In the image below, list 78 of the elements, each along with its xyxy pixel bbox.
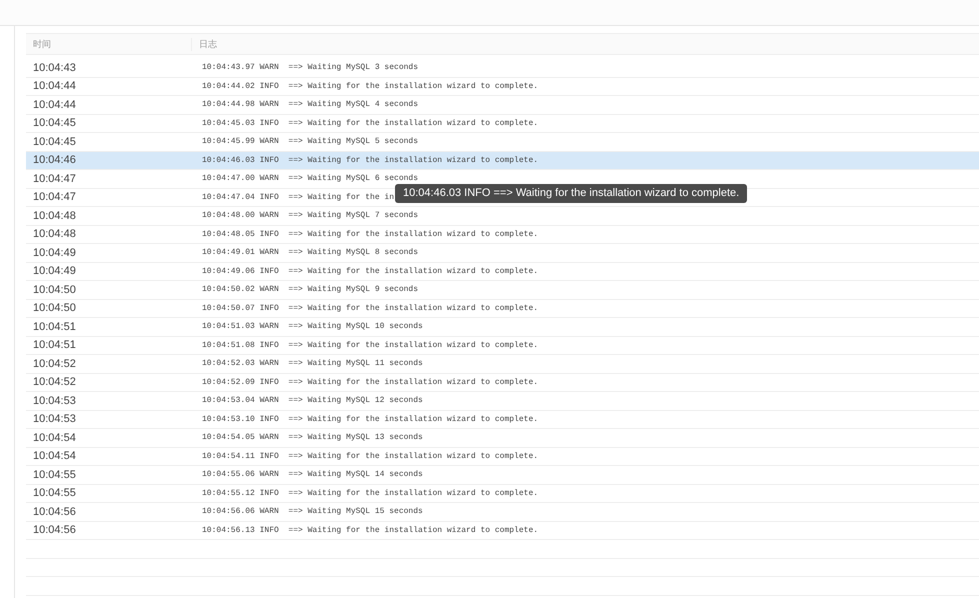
- table-row[interactable]: 10:04:43 10:04:43.97 WARN ==> Waiting MySQL 3 seconds: [26, 59, 979, 78]
- log-cell-text: 10:04:47.04 INFO ==> Waiting for the in: [201, 192, 394, 202]
- time-cell-text: 10:04:54: [32, 432, 77, 444]
- time-cell-text: 10:04:55: [32, 468, 77, 481]
- table-row[interactable]: 10:04:53 10:04:53.10 INFO ==> Waiting for the installation wizard to complete.: [26, 410, 979, 429]
- log-cell-text: 10:04:50.07 INFO ==> Waiting for the installation wizard to complete.: [201, 304, 538, 313]
- time-cell-text: 10:04:56: [32, 524, 77, 536]
- log-cell-text: 10:04:48.00 WARN ==> Waiting MySQL 7 seconds: [201, 211, 418, 220]
- table-row[interactable]: 10:04:49 10:04:49.01 WARN ==> Waiting MySQL 8 seconds: [26, 244, 979, 262]
- log-cell-text: 10:04:52.03 WARN ==> Waiting MySQL 11 seconds: [201, 359, 423, 368]
- table-row[interactable]: 10:04:53 10:04:53.04 WARN ==> Waiting MySQL 12 seconds: [26, 392, 979, 410]
- log-cell-text: 10:04:54.11 INFO ==> Waiting for the installation wizard to complete.: [201, 452, 538, 461]
- time-cell-text: 10:04:50: [32, 284, 77, 296]
- table-row[interactable]: 10:04:44 10:04:44.02 INFO ==> Waiting for the installation wizard to complete.: [26, 78, 979, 96]
- time-cell-text: 10:04:52: [32, 358, 77, 370]
- log-cell-text: 10:04:45.99 WARN ==> Waiting MySQL 5 seconds: [201, 137, 418, 146]
- time-cell-text: 10:04:53: [32, 394, 77, 407]
- log-cell-text: 10:04:44.02 INFO ==> Waiting for the installation wizard to complete.: [201, 82, 538, 91]
- time-cell-text: 10:04:49: [32, 265, 77, 278]
- time-cell-text: 10:04:43: [32, 62, 77, 74]
- time-cell-text: 10:04:51: [32, 320, 77, 333]
- time-cell-text: 10:04:48: [32, 228, 77, 240]
- log-cell-text: 10:04:56.06 WARN ==> Waiting MySQL 15 seconds: [201, 507, 423, 516]
- highlighted-row[interactable]: 10:04:46 10:04:46.03 INFO ==> Waiting for the installation wizard to complete.: [26, 152, 979, 170]
- table-row[interactable]: 10:04:50 10:04:50.07 INFO ==> Waiting for the installation wizard to complete.: [26, 300, 979, 318]
- log-cell-text: 10:04:43.97 WARN ==> Waiting MySQL 3 seconds: [201, 63, 418, 72]
- time-cell-text: 10:04:44: [32, 80, 77, 92]
- table-row[interactable]: 10:04:50 10:04:50.02 WARN ==> Waiting MySQL 9 seconds: [26, 281, 979, 300]
- table-row[interactable]: 10:04:48 10:04:48.05 INFO ==> Waiting for the installation wizard to complete.: [26, 226, 979, 244]
- table-row[interactable]: 10:04:44 10:04:44.98 WARN ==> Waiting MySQL 4 seconds: [26, 96, 979, 114]
- table-row[interactable]: 10:04:55 10:04:55.06 WARN ==> Waiting MySQL 14 seconds: [26, 466, 979, 484]
- time-cell-text: 10:04:53: [32, 413, 77, 426]
- time-cell-text: 10:04:47: [32, 191, 77, 204]
- table-row[interactable]: 10:04:45 10:04:45.03 INFO ==> Waiting for the installation wizard to complete.: [26, 114, 979, 133]
- table-row[interactable]: 10:04:52 10:04:52.03 WARN ==> Waiting MySQL 11 seconds: [26, 355, 979, 374]
- time-cell-text: 10:04:50: [32, 302, 77, 314]
- time-cell-text: 10:04:47: [32, 172, 77, 185]
- log-cell-text: 10:04:46.03 INFO ==> Waiting for the installation wizard to complete.: [201, 156, 538, 165]
- time-cell-text: 10:04:51: [32, 339, 77, 352]
- log-cell-text: 10:04:44.98 WARN ==> Waiting MySQL 4 seconds: [201, 100, 418, 110]
- table-row[interactable]: 10:04:52 10:04:52.09 INFO ==> Waiting for the installation wizard to complete.: [26, 374, 979, 392]
- table-row[interactable]: 10:04:56 10:04:56.13 INFO ==> Waiting for the installation wizard to complete.: [26, 522, 979, 540]
- log-cell-text: 10:04:55.06 WARN ==> Waiting MySQL 14 seconds: [201, 470, 423, 480]
- time-cell-text: 10:04:45: [32, 136, 77, 148]
- table-row[interactable]: 10:04:48 10:04:48.00 WARN ==> Waiting MySQL 7 seconds: [26, 207, 979, 226]
- time-cell-text: 10:04:55: [32, 487, 77, 500]
- table-row[interactable]: 10:04:49 10:04:49.06 INFO ==> Waiting for the installation wizard to complete.: [26, 262, 979, 281]
- table-row[interactable]: 10:04:54 10:04:54.11 INFO ==> Waiting for the installation wizard to complete.: [26, 448, 979, 466]
- column-header: 时间: [32, 38, 52, 50]
- time-cell-text: 10:04:45: [32, 117, 77, 130]
- log-cell-text: 10:04:53.04 WARN ==> Waiting MySQL 12 seconds: [201, 396, 423, 406]
- table-row[interactable]: 10:04:54 10:04:54.05 WARN ==> Waiting MySQL 13 seconds: [26, 429, 979, 448]
- tooltip: 10:04:46.03 INFO ==> Waiting for the installation wizard to complete.: [395, 184, 748, 203]
- log-cell-text: 10:04:49.01 WARN ==> Waiting MySQL 8 seconds: [201, 248, 418, 258]
- time-cell-text: 10:04:48: [32, 210, 77, 222]
- table-row[interactable]: 10:04:56 10:04:56.06 WARN ==> Waiting MySQL 15 seconds: [26, 503, 979, 522]
- column-header: 日志: [191, 38, 979, 50]
- log-cell-text: 10:04:45.03 INFO ==> Waiting for the installation wizard to complete.: [201, 118, 538, 128]
- table-row[interactable]: 10:04:51 10:04:51.08 INFO ==> Waiting for the installation wizard to complete.: [26, 336, 979, 355]
- log-cell-text: 10:04:55.12 INFO ==> Waiting for the installation wizard to complete.: [201, 488, 538, 498]
- log-cell-text: 10:04:49.06 INFO ==> Waiting for the installation wizard to complete.: [201, 266, 538, 276]
- time-cell-text: 10:04:46: [32, 154, 77, 166]
- log-cell-text: 10:04:53.10 INFO ==> Waiting for the installation wizard to complete.: [201, 414, 538, 424]
- log-cell-text: 10:04:50.02 WARN ==> Waiting MySQL 9 seconds: [201, 285, 418, 294]
- time-cell-text: 10:04:49: [32, 246, 77, 259]
- table-row[interactable]: 10:04:55 10:04:55.12 INFO ==> Waiting for the installation wizard to complete.: [26, 484, 979, 503]
- log-cell-text: 10:04:48.05 INFO ==> Waiting for the installation wizard to complete.: [201, 230, 538, 239]
- time-cell-text: 10:04:44: [32, 98, 77, 111]
- log-cell-text: 10:04:51.03 WARN ==> Waiting MySQL 10 seconds: [201, 322, 423, 332]
- time-cell-text: 10:04:52: [32, 376, 77, 388]
- log-cell-text: 10:04:51.08 INFO ==> Waiting for the installation wizard to complete.: [201, 340, 538, 350]
- table-row[interactable]: 10:04:51 10:04:51.03 WARN ==> Waiting MySQL 10 seconds: [26, 318, 979, 336]
- log-cell-text: 10:04:54.05 WARN ==> Waiting MySQL 13 seconds: [201, 433, 423, 442]
- log-cell-text: 10:04:56.13 INFO ==> Waiting for the installation wizard to complete.: [201, 526, 538, 535]
- log-cell-text: 10:04:47.00 WARN ==> Waiting MySQL 6 seconds: [201, 174, 418, 184]
- time-cell-text: 10:04:56: [32, 506, 77, 518]
- log-cell-text: 10:04:52.09 INFO ==> Waiting for the installation wizard to complete.: [201, 378, 538, 387]
- time-cell-text: 10:04:54: [32, 450, 77, 462]
